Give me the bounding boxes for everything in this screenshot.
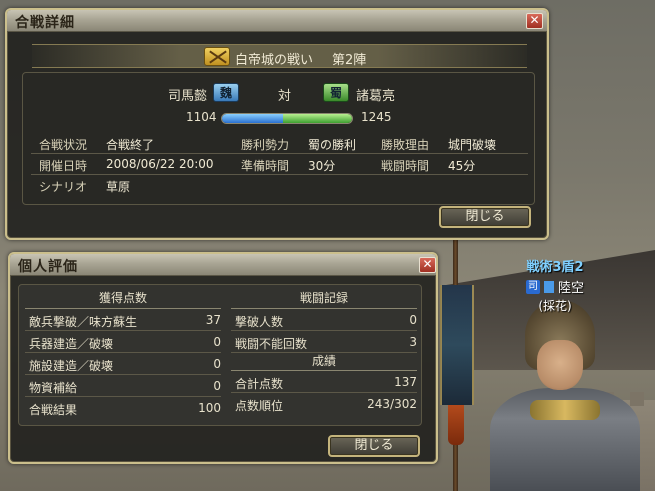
window-title: 個人評価 <box>18 259 78 275</box>
character-face <box>537 340 583 390</box>
points-label: 兵器建造／破壊 <box>29 337 114 351</box>
battle-stage: 第2陣 <box>332 53 367 68</box>
evaluation-panel: 獲得点数 敵兵撃破／味方蘇生 37 兵器建造／破壊 0 施設建造／破壊 0 物資… <box>18 284 422 426</box>
record-label: 撃破人数 <box>235 315 284 329</box>
info-label: 勝利勢力 <box>241 138 290 152</box>
info-row: 合戦状況 合戦終了 勝利勢力 蜀の勝利 勝敗理由 城門破壊 <box>31 133 528 154</box>
record-value: 0 <box>409 313 417 327</box>
points-label: 合戦結果 <box>29 403 78 417</box>
battle-detail-window: 合戦詳細 ✕ 白帝城の戦い 第2陣 司馬懿 魏 対 蜀 諸葛亮 1104 124… <box>5 8 549 240</box>
personal-evaluation-window: 個人評価 ✕ 獲得点数 敵兵撃破／味方蘇生 37 兵器建造／破壊 0 施設建造／… <box>8 252 438 464</box>
info-row: 開催日時 2008/06/22 20:00 準備時間 30分 戦闘時間 45分 <box>31 154 528 175</box>
record-label: 戦闘不能回数 <box>235 337 308 351</box>
points-value: 37 <box>205 313 221 327</box>
points-label: 敵兵撃破／味方蘇生 <box>29 315 138 329</box>
result-value: 243/302 <box>367 397 417 411</box>
war-banner <box>440 285 474 405</box>
character-name: 陸空 <box>557 281 584 296</box>
points-header: 獲得点数 <box>25 289 221 309</box>
player-character[interactable] <box>490 300 640 491</box>
character-title: 戦術3盾2 <box>526 260 584 275</box>
close-button[interactable]: 閉じる <box>328 435 420 457</box>
close-button[interactable]: 閉じる <box>439 206 531 228</box>
battle-name: 白帝城の戦い <box>235 53 314 68</box>
info-value: 2008/06/22 20:00 <box>106 157 214 171</box>
info-value: 合戦終了 <box>106 138 155 152</box>
score-balance-bar <box>221 113 353 124</box>
info-label: 開催日時 <box>39 159 88 173</box>
armor-trim <box>530 400 600 420</box>
points-row: 合戦結果 100 <box>25 397 221 419</box>
record-row: 撃破人数 0 <box>231 309 417 331</box>
points-row: 物資補給 0 <box>25 375 221 397</box>
points-label: 施設建造／破壊 <box>29 359 114 373</box>
versus-row: 司馬懿 魏 対 蜀 諸葛亮 <box>23 83 536 104</box>
close-icon[interactable]: ✕ <box>419 257 436 273</box>
score-row: 1104 1245 <box>23 108 536 126</box>
points-row: 施設建造／破壊 0 <box>25 353 221 375</box>
info-value: 城門破壊 <box>448 138 497 152</box>
record-value: 3 <box>409 335 417 349</box>
battle-summary-panel: 司馬懿 魏 対 蜀 諸葛亮 1104 1245 合戦状況 合戦終了 勝利勢力 蜀… <box>22 72 535 205</box>
wei-faction-icon: 魏 <box>213 83 239 102</box>
faction-badge-icon: 司 <box>525 279 540 294</box>
result-row: 合計点数 137 <box>231 371 417 393</box>
window-title: 合戦詳細 <box>15 15 75 31</box>
result-label: 合計点数 <box>235 377 284 391</box>
close-icon[interactable]: ✕ <box>526 13 543 29</box>
info-label: 準備時間 <box>241 159 290 173</box>
info-label: 合戦状況 <box>39 138 88 152</box>
window-titlebar[interactable]: 合戦詳細 ✕ <box>7 10 547 32</box>
result-value: 137 <box>394 375 417 389</box>
result-header: 成績 <box>231 353 417 371</box>
left-score: 1104 <box>186 110 217 124</box>
info-value: 30分 <box>308 159 336 173</box>
info-label: 戦闘時間 <box>381 159 430 173</box>
points-value: 100 <box>198 401 221 415</box>
result-row: 点数順位 243/302 <box>231 393 417 415</box>
points-value: 0 <box>213 379 221 393</box>
shu-score-fill <box>283 114 352 123</box>
info-value: 草原 <box>106 180 131 194</box>
points-value: 0 <box>213 335 221 349</box>
points-row: 敵兵撃破／味方蘇生 37 <box>25 309 221 331</box>
record-row: 戦闘不能回数 3 <box>231 331 417 353</box>
record-header: 戦闘記録 <box>231 289 417 309</box>
info-value: 45分 <box>448 159 476 173</box>
window-titlebar[interactable]: 個人評価 ✕ <box>10 254 436 276</box>
info-label: シナリオ <box>39 180 88 194</box>
crossed-swords-icon <box>204 47 230 66</box>
versus-label: 対 <box>278 89 292 104</box>
points-value: 0 <box>213 357 221 371</box>
info-label: 勝敗理由 <box>381 138 430 152</box>
left-commander: 司馬懿 <box>168 89 208 104</box>
info-row: シナリオ 草原 <box>31 175 528 196</box>
points-row: 兵器建造／破壊 0 <box>25 331 221 353</box>
wei-score-fill <box>222 114 284 123</box>
points-label: 物資補給 <box>29 381 78 395</box>
character-team: (採花) <box>538 299 572 313</box>
right-score: 1245 <box>361 110 392 124</box>
info-value: 蜀の勝利 <box>308 138 357 152</box>
flag-icon <box>543 280 554 293</box>
battle-banner: 白帝城の戦い 第2陣 <box>32 44 527 68</box>
right-commander: 諸葛亮 <box>356 89 396 104</box>
record-column: 戦闘記録 撃破人数 0 戦闘不能回数 3 成績 合計点数 137 点数順位 24… <box>231 289 417 415</box>
character-nametag: 戦術3盾2 司 陸空 (採花) <box>500 256 610 316</box>
points-column: 獲得点数 敵兵撃破／味方蘇生 37 兵器建造／破壊 0 施設建造／破壊 0 物資… <box>25 289 221 419</box>
shu-faction-icon: 蜀 <box>323 83 349 102</box>
result-label: 点数順位 <box>235 399 284 413</box>
battle-info-grid: 合戦状況 合戦終了 勝利勢力 蜀の勝利 勝敗理由 城門破壊 開催日時 2008/… <box>31 133 528 196</box>
banner-tassel <box>448 405 464 445</box>
